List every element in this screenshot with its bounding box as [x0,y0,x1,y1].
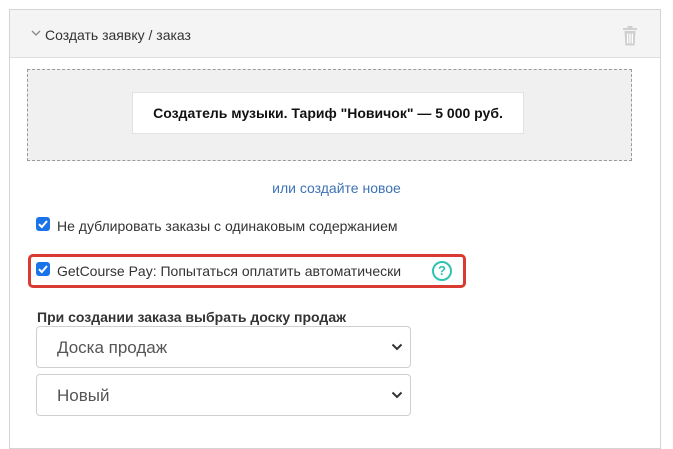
offer-card[interactable]: Создатель музыки. Тариф "Новичок" — 5 00… [132,92,524,134]
create-new-link[interactable]: или создайте новое [0,179,673,197]
status-value: Новый [57,386,110,405]
no-duplicate-checkbox[interactable] [36,217,50,231]
chevron-down-icon [391,343,403,351]
sales-board-label: При создании заказа выбрать доску продаж [37,309,347,325]
getcourse-pay-label: GetCourse Pay: Попытаться оплатить автом… [57,263,402,279]
checkmark-icon [38,220,48,229]
sales-board-value: Доска продаж [57,338,168,357]
no-duplicate-label: Не дублировать заказы с одинаковым содер… [57,218,398,234]
offer-dropzone[interactable]: Создатель музыки. Тариф "Новичок" — 5 00… [27,69,632,161]
getcourse-pay-checkbox[interactable] [36,262,50,276]
chevron-down-icon[interactable] [30,27,42,39]
panel-header[interactable]: Создать заявку / заказ [10,10,660,58]
status-select[interactable]: Новый [36,374,411,416]
sales-board-select[interactable]: Доска продаж [36,326,411,368]
help-circle-icon[interactable]: ? [432,261,452,281]
chevron-down-icon [391,391,403,399]
trash-icon[interactable] [622,26,638,46]
panel-title: Создать заявку / заказ [45,27,191,43]
checkmark-icon [38,265,48,274]
